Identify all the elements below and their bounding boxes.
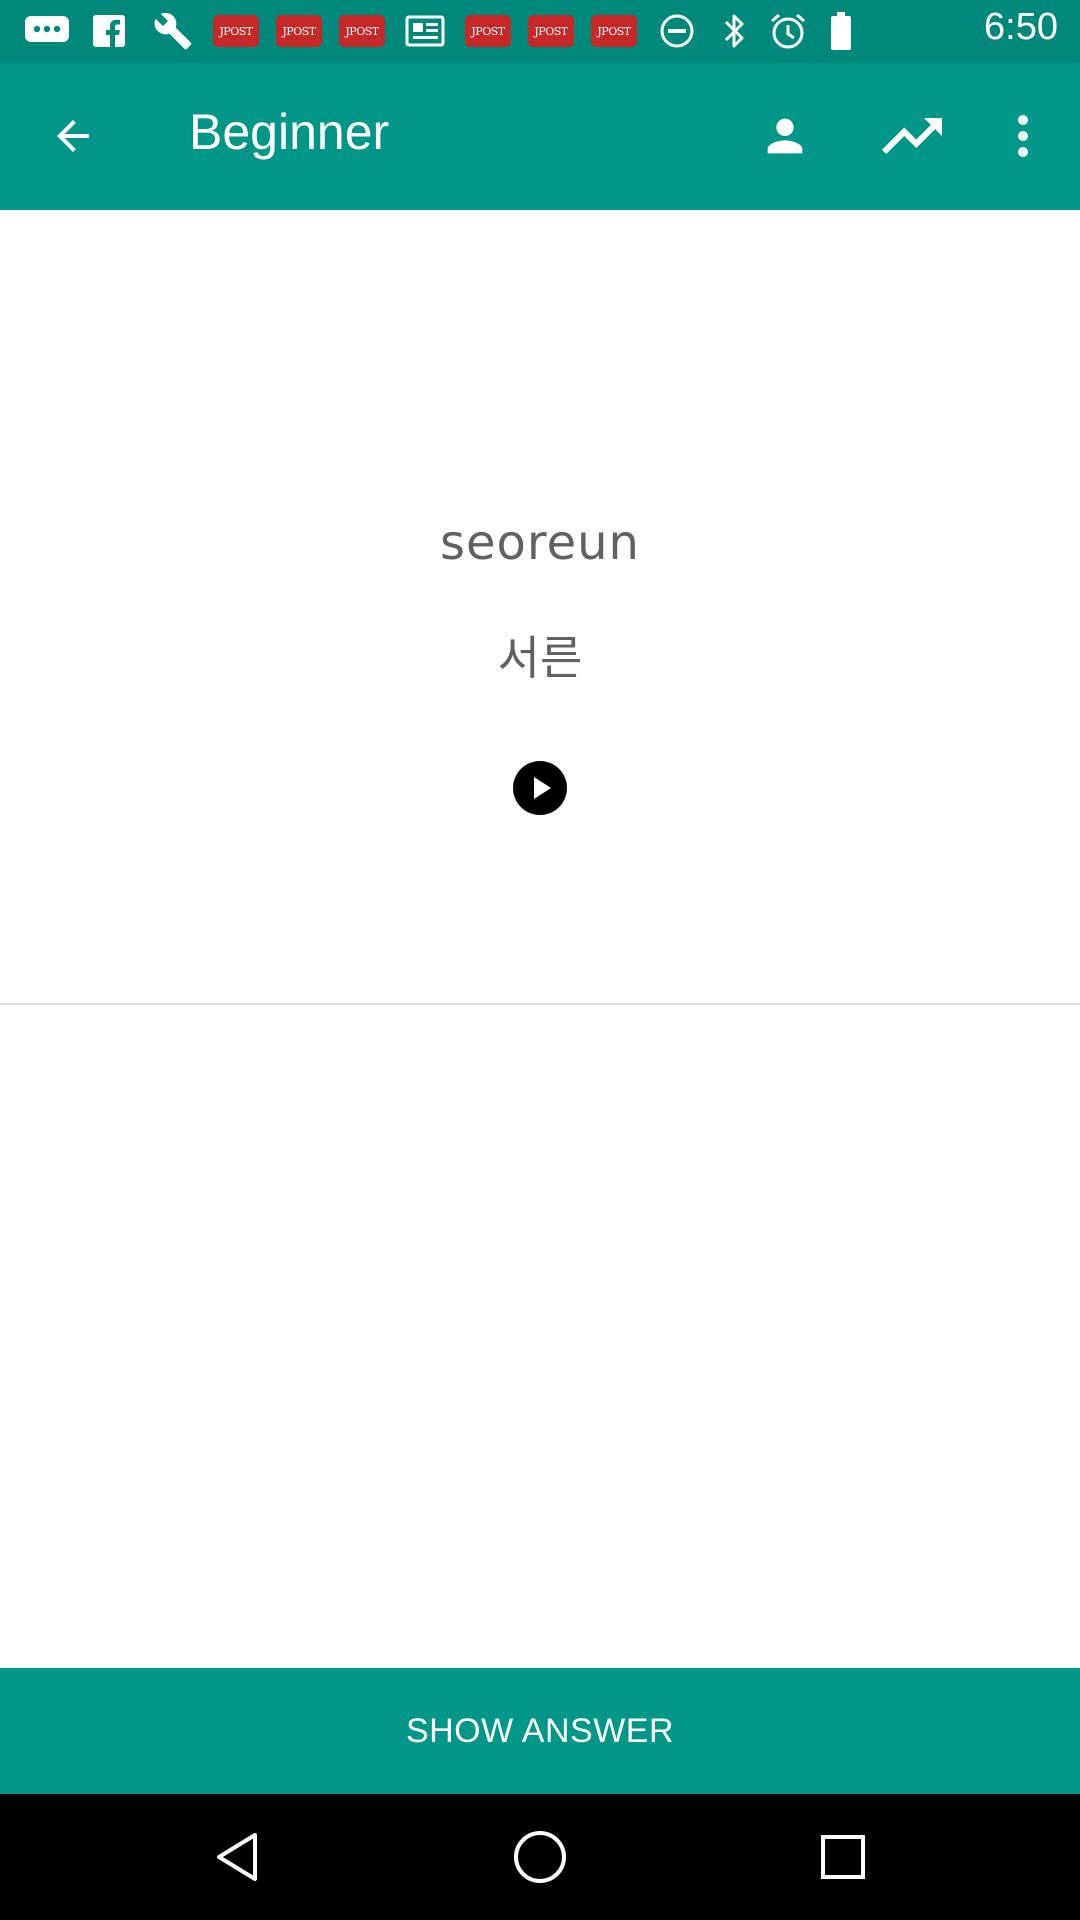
jpost-icon: JPOST <box>213 15 259 47</box>
jpost-icon: JPOST <box>528 15 574 47</box>
battery-icon <box>827 12 855 50</box>
jpost-icon: JPOST <box>276 15 322 47</box>
nav-recents-icon <box>821 1835 865 1879</box>
jpost-icon: JPOST <box>339 15 385 47</box>
wrench-icon <box>150 12 196 50</box>
play-icon <box>513 761 567 815</box>
newspaper-icon <box>404 12 446 50</box>
profile-button[interactable] <box>752 106 818 166</box>
more-vert-icon <box>1018 115 1028 157</box>
bluetooth-icon <box>715 12 755 50</box>
arrow-back-icon <box>57 120 89 152</box>
facebook-icon <box>90 12 128 50</box>
more-options-button[interactable] <box>1000 106 1046 166</box>
back-button[interactable] <box>40 106 106 166</box>
jpost-icon: JPOST <box>465 15 511 47</box>
nav-back-icon <box>217 1833 257 1881</box>
nav-recents-button[interactable] <box>813 1827 873 1887</box>
hangul-word: 서른 <box>497 631 583 685</box>
page-title: Beginner <box>189 104 390 160</box>
nav-home-icon <box>514 1831 566 1883</box>
trending-up-icon <box>882 118 942 154</box>
alarm-icon <box>766 12 810 50</box>
romanized-word: seoreun <box>440 515 640 571</box>
status-bar: JPOST JPOST JPOST JPOST JPOST JPOST 6:50 <box>0 0 1080 63</box>
play-audio-button[interactable] <box>513 761 567 815</box>
stats-button[interactable] <box>872 106 952 166</box>
system-nav-bar <box>0 1794 1080 1920</box>
chat-bubble-icon <box>22 12 72 50</box>
clock: 6:50 <box>984 6 1058 48</box>
show-answer-button[interactable]: SHOW ANSWER <box>0 1668 1080 1794</box>
nav-back-button[interactable] <box>207 1827 267 1887</box>
card-divider <box>0 1003 1080 1005</box>
app-toolbar: Beginner <box>0 63 1080 210</box>
profile-icon <box>767 118 803 154</box>
nav-home-button[interactable] <box>510 1827 570 1887</box>
flashcard: seoreun 서른 <box>0 210 1080 1004</box>
jpost-icon: JPOST <box>591 15 637 47</box>
do-not-disturb-icon <box>657 12 697 50</box>
